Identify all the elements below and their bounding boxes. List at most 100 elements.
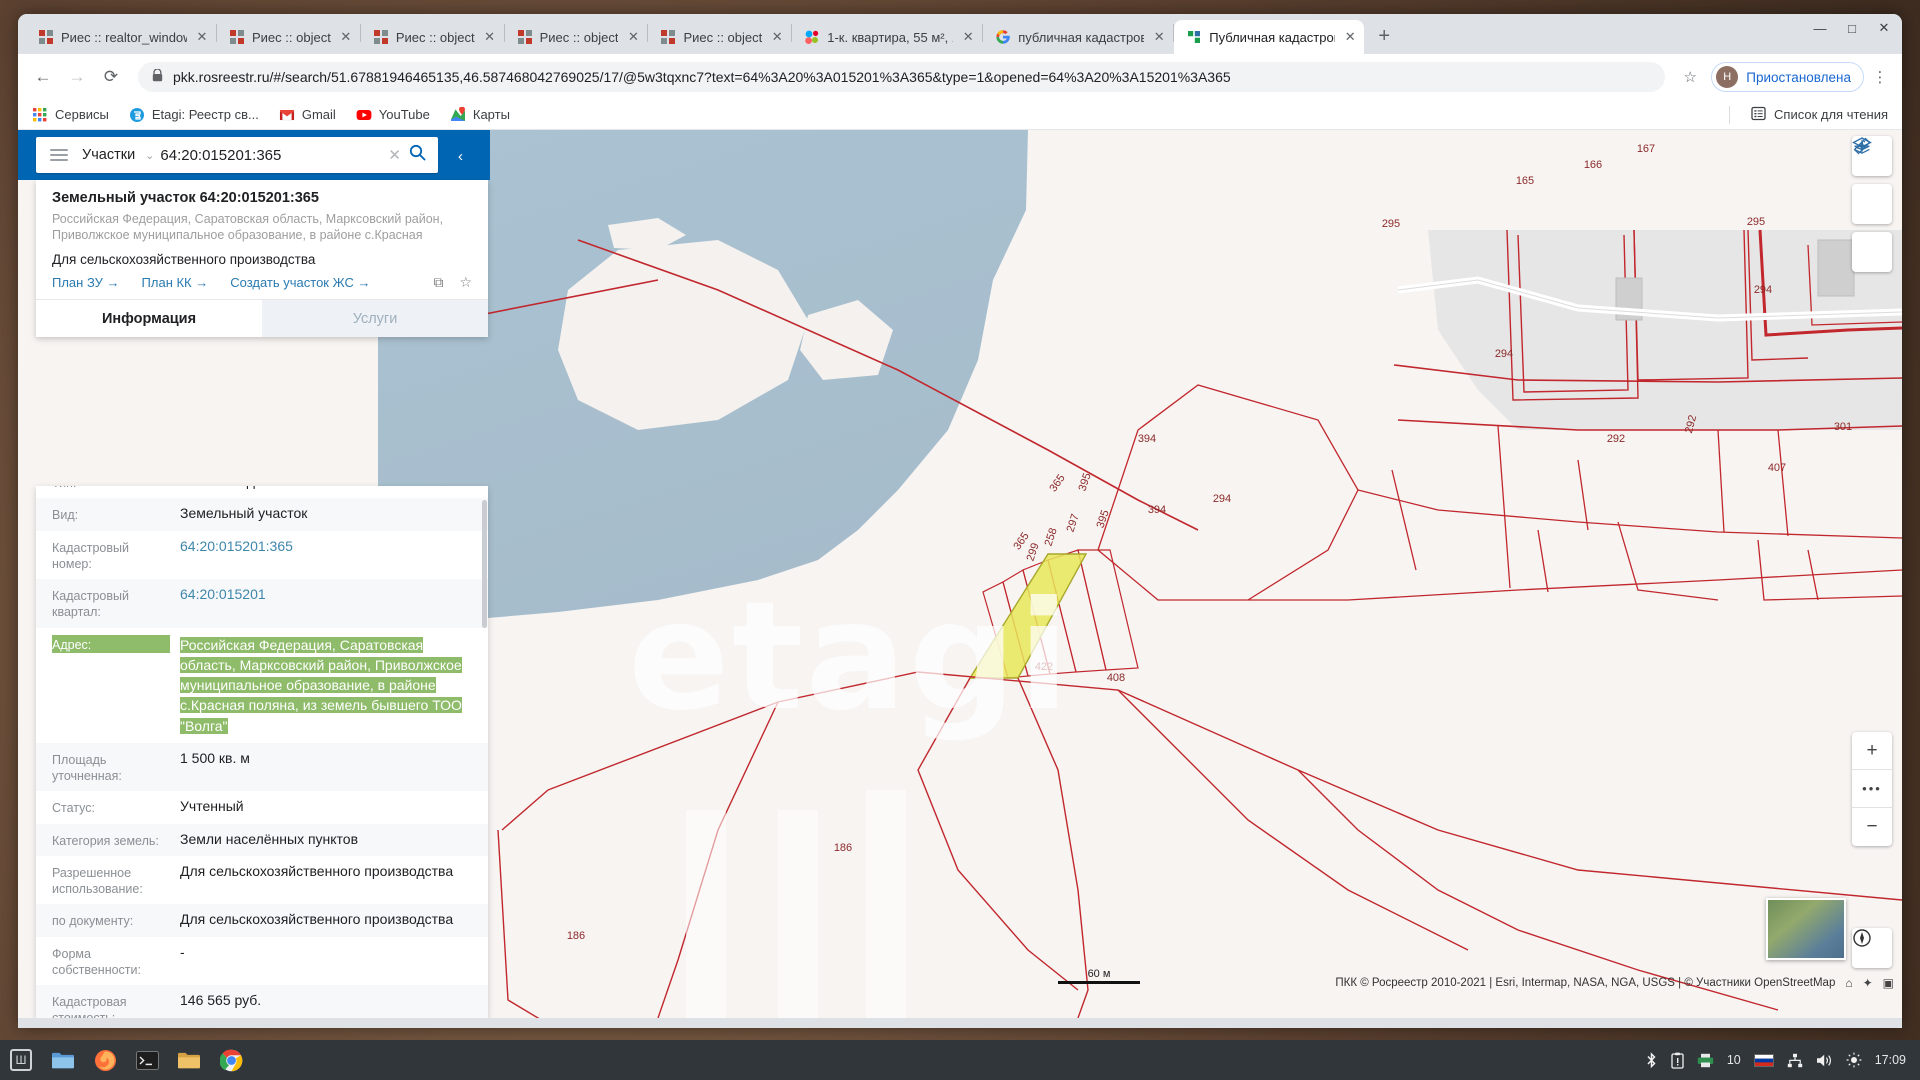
language-flag-icon[interactable]: [1754, 1054, 1774, 1067]
bookmark-item[interactable]: Etagi: Реестр св...: [129, 107, 259, 123]
info-row-value: Для сельскохозяйственного производства: [170, 911, 474, 929]
firefox-icon[interactable]: [92, 1047, 118, 1073]
browser-tab[interactable]: Риес :: object✕: [361, 20, 504, 54]
info-row: Адрес: Российская Федерация, Саратовская …: [36, 628, 488, 743]
parcel-label: 294: [1754, 284, 1772, 296]
window-maximize-button[interactable]: □: [1844, 21, 1860, 36]
clipboard-icon[interactable]: [1671, 1052, 1684, 1069]
browser-tab[interactable]: Риес :: object✕: [505, 20, 648, 54]
brightness-icon[interactable]: [1846, 1052, 1862, 1068]
profile-button[interactable]: H Приостановлена: [1711, 62, 1864, 92]
window-close-button[interactable]: ✕: [1876, 20, 1892, 36]
tab-title: Публичная кадастров: [1209, 30, 1335, 45]
zoom-out-button[interactable]: −: [1852, 808, 1892, 846]
network-icon[interactable]: [1787, 1053, 1803, 1068]
tab-close-icon[interactable]: ✕: [1151, 29, 1167, 45]
tab-title: Риес :: realtor_window: [61, 30, 187, 45]
result-card: Земельный участок 64:20:015201:365 Росси…: [36, 180, 488, 337]
terminal-icon[interactable]: [134, 1047, 160, 1073]
browser-tab[interactable]: Риес :: object✕: [217, 20, 360, 54]
tab-information[interactable]: Информация: [36, 300, 262, 337]
reading-list-label: Список для чтения: [1774, 107, 1888, 122]
back-button[interactable]: ←: [28, 62, 58, 92]
tab-close-icon[interactable]: ✕: [194, 29, 210, 45]
info-row: Кадастровая стоимость:146 565 руб.: [36, 985, 488, 1018]
zoom-in-button[interactable]: +: [1852, 732, 1892, 770]
parcel-label: 167: [1637, 143, 1655, 155]
info-row-value[interactable]: 64:20:015201:365: [170, 538, 474, 556]
locate-me-button[interactable]: [1852, 928, 1892, 968]
bookmark-label: Etagi: Реестр св...: [152, 107, 259, 122]
compass-small-icon[interactable]: ✦: [1863, 976, 1873, 990]
new-tab-button[interactable]: +: [1370, 23, 1398, 51]
file-explorer-icon[interactable]: [176, 1047, 202, 1073]
tab-services[interactable]: Услуги: [262, 300, 488, 337]
tab-close-icon[interactable]: ✕: [338, 29, 354, 45]
google-icon: [995, 29, 1011, 45]
riec-icon: [229, 29, 245, 45]
chrome-menu-icon[interactable]: ⋮: [1868, 68, 1892, 86]
address-bar[interactable]: pkk.rosreestr.ru/#/search/51.67881946465…: [138, 62, 1665, 92]
parcel-label: 394: [1148, 504, 1166, 516]
plan-zu-link[interactable]: План ЗУ →: [52, 275, 120, 290]
info-row: Тип:Объект недвижимости: [36, 486, 488, 498]
pkk-icon: [1186, 29, 1202, 45]
browser-tab[interactable]: Риес :: realtor_window ✕: [26, 20, 216, 54]
info-table-scrollbar[interactable]: [482, 500, 487, 628]
tab-title: 1-к. квартира, 55 м², 16: [827, 30, 953, 45]
bookmark-item[interactable]: Gmail: [279, 107, 336, 123]
bluetooth-icon[interactable]: [1645, 1052, 1658, 1069]
result-address: Российская Федерация, Саратовская област…: [52, 212, 472, 244]
browser-tab[interactable]: Риес :: object✕: [648, 20, 791, 54]
home-icon[interactable]: ⌂: [1845, 976, 1852, 990]
start-icon: Ш: [10, 1049, 32, 1071]
bookmark-item[interactable]: Карты: [450, 107, 510, 123]
forward-button[interactable]: →: [62, 62, 92, 92]
system-taskbar: Ш: [0, 1040, 1920, 1080]
info-row-key: Кадастровый квартал:: [52, 586, 170, 621]
favorite-star-icon[interactable]: ☆: [459, 274, 472, 291]
info-table[interactable]: Тип:Объект недвижимостиВид:Земельный уча…: [36, 486, 488, 1018]
select-button[interactable]: [1852, 232, 1892, 272]
files-manager-icon[interactable]: [50, 1047, 76, 1073]
bookmark-item[interactable]: Сервисы: [32, 107, 109, 123]
fullscreen-icon[interactable]: ▣: [1883, 976, 1894, 990]
profile-label: Приостановлена: [1746, 70, 1851, 85]
volume-icon[interactable]: [1816, 1053, 1833, 1068]
maps-icon: [450, 107, 466, 123]
chrome-icon[interactable]: [218, 1047, 244, 1073]
minimap-preview[interactable]: [1766, 898, 1846, 960]
info-row-value: 1 500 кв. м: [170, 750, 474, 768]
bookmark-item[interactable]: YouTube: [356, 107, 430, 123]
attribution-text: ПКК © Росреестр 2010-2021 | Esri, Interm…: [1335, 977, 1835, 989]
create-zhs-parcel-link[interactable]: Создать участок ЖС →: [230, 275, 370, 290]
plan-kk-link[interactable]: План КК →: [142, 275, 209, 290]
map-attribution: ПКК © Росреестр 2010-2021 | Esri, Interm…: [1335, 976, 1894, 990]
parcel-label: 294: [1495, 348, 1513, 360]
start-button[interactable]: Ш: [0, 1049, 42, 1071]
browser-tab[interactable]: 1-к. квартира, 55 м², 16 ✕: [792, 20, 982, 54]
info-row: по документу:Для сельскохозяйственного п…: [36, 904, 488, 936]
window-minimize-button[interactable]: —: [1812, 21, 1828, 36]
parcel-label: 295: [1382, 218, 1400, 230]
zoom-more-button[interactable]: •••: [1852, 770, 1892, 808]
reload-button[interactable]: ⟳: [96, 62, 126, 92]
tab-close-icon[interactable]: ✕: [960, 29, 976, 45]
bookmark-star-icon[interactable]: ☆: [1677, 68, 1703, 86]
tab-close-icon[interactable]: ✕: [1342, 29, 1358, 45]
browser-tab-active[interactable]: Публичная кадастров ✕: [1174, 20, 1364, 54]
system-tray: 10 17:09: [1645, 1052, 1920, 1069]
bookmark-label: Gmail: [302, 107, 336, 122]
browser-tab[interactable]: публичная кадастровая✕: [983, 20, 1173, 54]
info-row-key: Площадь уточненная:: [52, 750, 170, 785]
measure-button[interactable]: [1852, 184, 1892, 224]
find-on-map-icon[interactable]: ⧉: [433, 274, 443, 291]
selected-text: Российская Федерация, Саратовская област…: [180, 637, 462, 734]
info-row-key: Адрес:: [52, 635, 170, 653]
tab-close-icon[interactable]: ✕: [769, 29, 785, 45]
info-row-value[interactable]: 64:20:015201: [170, 586, 474, 604]
reading-list-button[interactable]: Список для чтения: [1751, 106, 1888, 124]
printer-icon[interactable]: [1697, 1053, 1714, 1068]
tab-close-icon[interactable]: ✕: [482, 29, 498, 45]
tab-close-icon[interactable]: ✕: [625, 29, 641, 45]
